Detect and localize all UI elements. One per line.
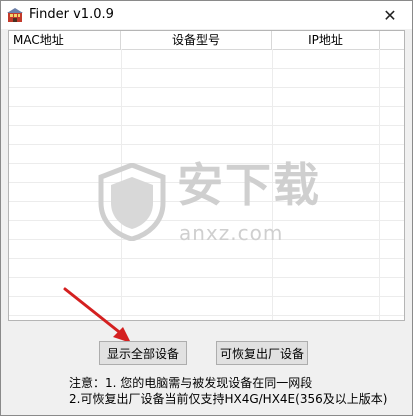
grid-row-line — [9, 68, 404, 69]
note-line-2: 2.可恢复出厂设备当前仅支持HX4G/HX4E(356及以上版本) — [69, 392, 388, 406]
list-header: MAC地址 设备型号 IP地址 — [9, 31, 404, 50]
grid-row-line — [9, 258, 404, 259]
column-header-ip[interactable]: IP地址 — [272, 31, 380, 49]
window-title: Finder v1.0.9 — [29, 7, 114, 22]
close-icon: ✕ — [383, 5, 397, 25]
grid-row-line — [9, 277, 404, 278]
column-header-filler — [380, 31, 404, 49]
grid-line — [121, 49, 122, 320]
grid-row-line — [9, 106, 404, 107]
column-header-model[interactable]: 设备型号 — [121, 31, 272, 49]
grid-row-line — [9, 239, 404, 240]
grid-row-line — [9, 125, 404, 126]
restorable-devices-button[interactable]: 可恢复出厂设备 — [216, 341, 308, 365]
grid-row-line — [9, 182, 404, 183]
red-arrow-icon — [63, 287, 131, 343]
grid-row-line — [9, 144, 404, 145]
grid-row-line — [9, 220, 404, 221]
show-all-devices-button[interactable]: 显示全部设备 — [99, 341, 187, 365]
app-icon — [7, 8, 23, 22]
grid-row-line — [9, 163, 404, 164]
column-header-mac[interactable]: MAC地址 — [9, 31, 121, 49]
finder-window: Finder v1.0.9 ✕ MAC地址 设备型号 IP地址 安下载 anxz… — [0, 0, 413, 416]
grid-row-line — [9, 87, 404, 88]
note-line-1: 注意：1. 您的电脑需与被发现设备在同一网段 — [69, 376, 313, 390]
grid-line — [272, 49, 273, 320]
grid-row-line — [9, 201, 404, 202]
grid-line — [379, 49, 380, 320]
title-bar[interactable]: Finder v1.0.9 ✕ — [1, 1, 412, 29]
close-button[interactable]: ✕ — [368, 1, 412, 29]
device-list[interactable]: MAC地址 设备型号 IP地址 — [8, 30, 405, 321]
